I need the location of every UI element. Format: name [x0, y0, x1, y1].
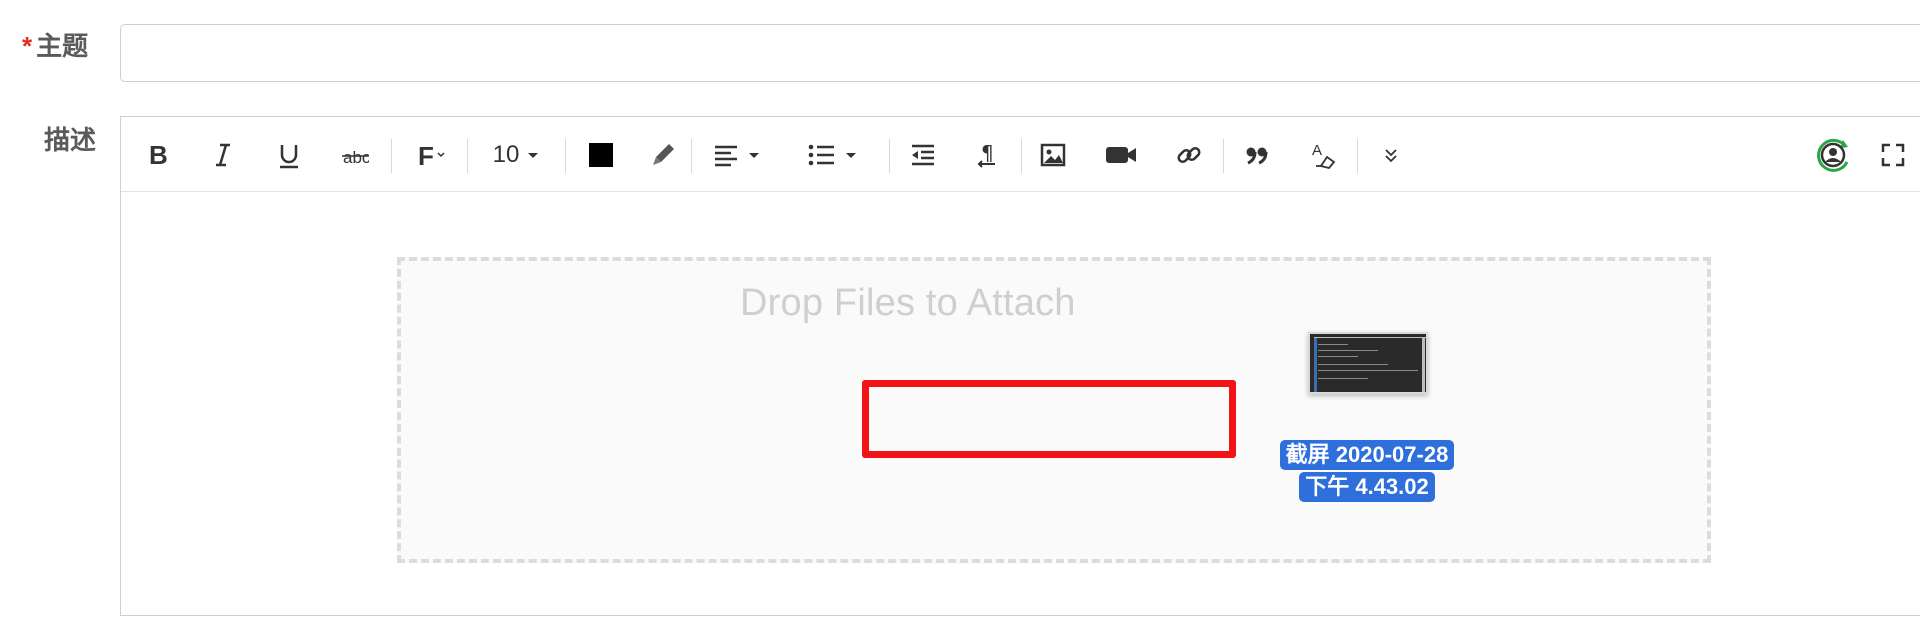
- more-icon: [1385, 149, 1397, 163]
- toolbar-separator: [1357, 139, 1358, 173]
- strikethrough-button[interactable]: abc: [337, 137, 373, 173]
- toolbar-separator: [391, 139, 392, 173]
- font-size-value: 10: [492, 141, 520, 168]
- align-select[interactable]: [707, 137, 767, 173]
- underline-button[interactable]: [271, 137, 307, 173]
- chevron-down-icon: [749, 153, 759, 158]
- font-color-icon: [589, 143, 613, 167]
- outdent-icon: [912, 144, 934, 166]
- list-select[interactable]: [803, 137, 863, 173]
- description-label: 描述: [44, 125, 97, 155]
- fullscreen-button[interactable]: [1875, 137, 1911, 173]
- highlight-icon: [653, 144, 674, 165]
- video-icon: [1106, 147, 1136, 163]
- file-name-line-2: 下午 4.43.02: [1299, 472, 1435, 502]
- annotation-highlight-box: [862, 380, 1236, 458]
- file-name-line-1: 截屏 2020-07-28: [1279, 440, 1455, 470]
- underline-icon: [280, 145, 298, 169]
- toolbar-separator: [889, 139, 890, 173]
- paragraph-button[interactable]: ¶: [969, 137, 1005, 173]
- link-icon: [1177, 146, 1201, 164]
- toolbar-separator: [467, 139, 468, 173]
- font-family-button[interactable]: F: [413, 137, 453, 173]
- user-sync-icon: [1817, 138, 1849, 172]
- dragged-file-name: 截屏 2020-07-28 下午 4.43.02: [1260, 440, 1474, 504]
- user-sync-button[interactable]: [1811, 137, 1855, 173]
- quote-button[interactable]: [1239, 137, 1275, 173]
- font-color-button[interactable]: [583, 137, 619, 173]
- insert-link-button[interactable]: [1171, 137, 1207, 173]
- align-left-icon: [715, 145, 737, 167]
- toolbar-separator: [691, 139, 692, 173]
- fullscreen-icon: [1881, 143, 1905, 167]
- subject-label: * 主题: [22, 26, 88, 63]
- svg-text:F: F: [418, 141, 434, 169]
- svg-text:B: B: [149, 141, 168, 169]
- toolbar-separator: [1021, 139, 1022, 173]
- svg-text:A: A: [1312, 142, 1322, 159]
- subject-input[interactable]: [120, 24, 1920, 82]
- insert-video-button[interactable]: [1101, 137, 1141, 173]
- quote-icon: [1246, 147, 1268, 165]
- svg-text:abc: abc: [343, 148, 369, 167]
- svg-text:¶: ¶: [981, 141, 994, 165]
- chevron-down-icon: [528, 153, 539, 158]
- rich-text-editor[interactable]: B abc F 10 ¶ A: [120, 116, 1920, 616]
- more-tools-button[interactable]: [1373, 137, 1409, 173]
- editor-toolbar: B abc F 10 ¶ A: [121, 117, 1920, 192]
- clear-format-button[interactable]: A: [1305, 137, 1341, 173]
- italic-icon: [216, 143, 230, 167]
- font-family-icon: F: [418, 141, 445, 169]
- strikethrough-icon: abc: [342, 148, 369, 167]
- bold-icon: B: [149, 141, 168, 169]
- highlight-button[interactable]: [645, 137, 681, 173]
- toolbar-separator: [1223, 139, 1224, 173]
- outdent-button[interactable]: [905, 137, 941, 173]
- clear-format-icon: A: [1312, 142, 1336, 170]
- font-size-select[interactable]: 10: [487, 137, 547, 173]
- required-mark: *: [22, 31, 33, 61]
- image-icon: [1040, 143, 1066, 167]
- chevron-down-icon: [846, 153, 856, 158]
- toolbar-separator: [565, 139, 566, 173]
- paragraph-icon: ¶: [977, 141, 995, 168]
- insert-image-button[interactable]: [1035, 137, 1071, 173]
- subject-label-text: 主题: [36, 31, 89, 61]
- list-icon: [808, 144, 834, 166]
- bold-button[interactable]: B: [139, 137, 175, 173]
- dragged-file-thumbnail[interactable]: [1308, 332, 1428, 394]
- italic-button[interactable]: [205, 137, 241, 173]
- dropzone-text: Drop Files to Attach: [740, 282, 1076, 324]
